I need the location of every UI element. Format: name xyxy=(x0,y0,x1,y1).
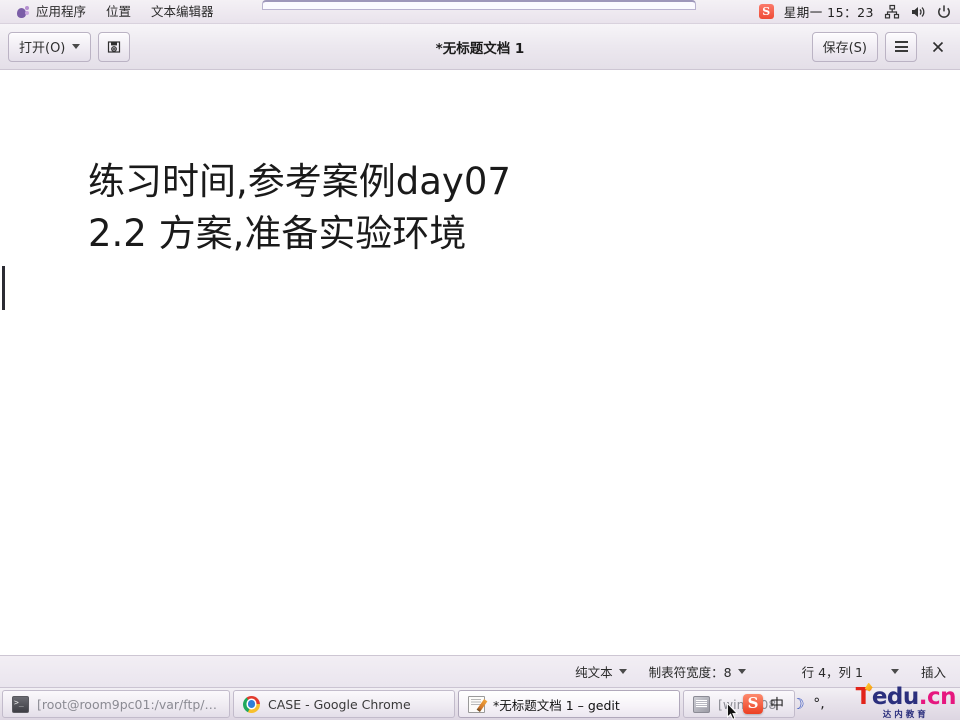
moon-icon[interactable]: ☽ xyxy=(791,695,805,713)
volume-icon[interactable] xyxy=(910,4,926,20)
mouse-cursor xyxy=(727,702,739,720)
power-icon[interactable] xyxy=(936,4,952,20)
gedit-headerbar: 打开(O) *无标题文档 1 保存(S) xyxy=(0,24,960,70)
window-title-label: *无标题文档 1 xyxy=(435,40,525,57)
close-window-button[interactable] xyxy=(924,33,952,61)
document-line-2: 2.2 方案,准备实验环境 xyxy=(88,212,467,255)
watermark-t: T xyxy=(856,682,873,709)
headerbar-right-controls: 保存(S) xyxy=(811,31,952,62)
open-file-label: 打开(O) xyxy=(19,41,66,56)
panel-menu-text-editor-label: 文本编辑器 xyxy=(151,3,214,19)
gedit-icon xyxy=(468,695,485,713)
cursor-position-label: 行 4，列 1 xyxy=(801,665,863,680)
language-label: 纯文本 xyxy=(575,665,613,680)
language-selector[interactable]: 纯文本 xyxy=(575,662,627,681)
chevron-down-icon xyxy=(72,44,81,49)
watermark-edu: edu xyxy=(871,683,919,710)
ime-punctuation-button[interactable]: °, xyxy=(812,696,826,712)
document-text[interactable]: 练习时间,参考案例day07 2.2 方案,准备实验环境 xyxy=(88,156,511,260)
terminal-icon xyxy=(12,695,29,713)
save-button[interactable]: 保存(S) xyxy=(811,31,878,62)
panel-clock[interactable]: 星期一 15：23 xyxy=(784,2,874,21)
save-document-icon xyxy=(108,40,121,53)
vm-icon xyxy=(693,695,710,713)
panel-menu-places[interactable]: 位置 xyxy=(96,1,141,23)
tab-width-label: 制表符宽度：8 xyxy=(648,665,732,680)
sogou-ime-toolbar: S 中 ☽ °, xyxy=(737,689,832,718)
chrome-icon xyxy=(243,695,260,713)
panel-menu-applications[interactable]: 应用程序 xyxy=(6,1,96,23)
watermark-cn: .cn xyxy=(918,683,957,710)
chevron-down-icon xyxy=(737,669,746,674)
cursor-position-selector[interactable]: 行 4，列 1 xyxy=(802,662,899,681)
gnome-foot-icon xyxy=(16,5,30,19)
taskbar-item-terminal-label: [root@room9pc01:/var/ftp/cen··· xyxy=(37,696,220,712)
panel-menu-text-editor[interactable]: 文本编辑器 xyxy=(141,1,224,23)
taskbar-item-terminal[interactable]: [root@room9pc01:/var/ftp/cen··· xyxy=(2,690,230,718)
insert-mode-label: 插入 xyxy=(920,665,946,680)
headerbar-left-controls: 打开(O) xyxy=(8,31,131,62)
open-file-button[interactable]: 打开(O) xyxy=(8,31,92,62)
panel-menu-group: 应用程序 位置 文本编辑器 xyxy=(0,1,224,23)
panel-menu-applications-label: 应用程序 xyxy=(36,3,87,19)
network-icon[interactable] xyxy=(884,4,900,20)
taskbar-item-chrome[interactable]: CASE - Google Chrome xyxy=(233,690,455,718)
chevron-down-icon xyxy=(618,669,627,674)
watermark-wordmark: T edu .cn xyxy=(856,682,957,710)
document-line-1: 练习时间,参考案例day07 xyxy=(88,160,511,203)
close-icon xyxy=(932,41,944,52)
desktop-screen: 应用程序 位置 文本编辑器 S 星期一 15：23 打开(O) *无标题文档 1… xyxy=(0,0,960,720)
panel-menu-places-label: 位置 xyxy=(106,3,132,19)
tab-width-selector[interactable]: 制表符宽度：8 xyxy=(649,662,746,681)
background-window-edge xyxy=(262,0,696,10)
taskbar-item-gedit[interactable]: *无标题文档 1 – gedit xyxy=(458,690,680,718)
watermark-subtitle: 达内教育 xyxy=(882,709,929,720)
taskbar-item-chrome-label: CASE - Google Chrome xyxy=(268,696,411,712)
hamburger-menu-icon xyxy=(894,41,908,52)
hamburger-menu-button[interactable] xyxy=(885,31,917,62)
taskbar-item-gedit-label: *无标题文档 1 – gedit xyxy=(493,697,620,713)
tedu-watermark: T edu .cn 达内教育 xyxy=(856,682,957,720)
text-editor-canvas[interactable]: 练习时间,参考案例day07 2.2 方案,准备实验环境 xyxy=(0,70,960,655)
gedit-window: 打开(O) *无标题文档 1 保存(S) 练习时间,参考案例day07 2.2 … xyxy=(0,24,960,687)
save-document-icon-button[interactable] xyxy=(98,31,131,62)
gedit-statusbar: 纯文本 制表符宽度：8 行 4，列 1 插入 xyxy=(0,655,960,687)
save-button-label: 保存(S) xyxy=(822,41,867,56)
chevron-down-icon xyxy=(890,669,899,674)
sogou-ime-tray-icon[interactable]: S xyxy=(758,4,774,19)
sogou-ime-logo-icon[interactable]: S xyxy=(743,693,763,714)
ime-language-mode-button[interactable]: 中 xyxy=(770,694,784,714)
panel-tray: S 星期一 15：23 xyxy=(758,2,960,21)
text-caret xyxy=(2,266,5,310)
